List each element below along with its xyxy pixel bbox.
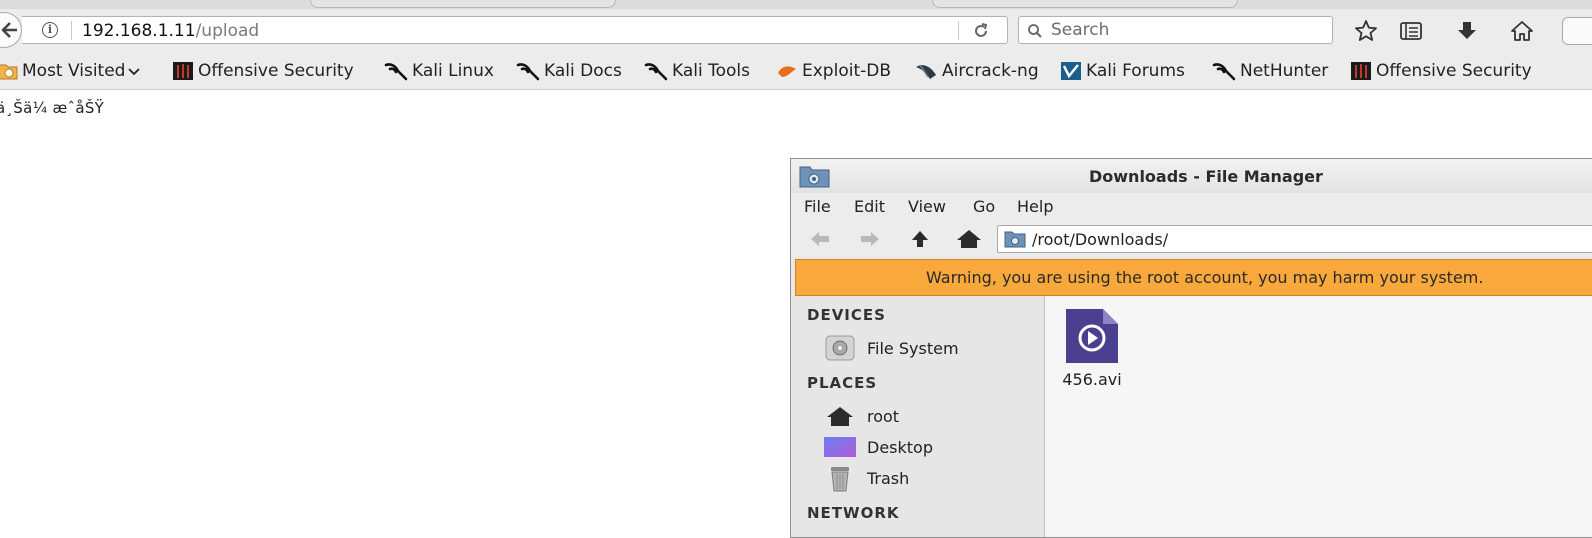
bookmark-label: Kali Tools xyxy=(672,61,750,81)
folder-download-icon xyxy=(799,166,830,188)
overflow-menu-button[interactable] xyxy=(1562,17,1592,45)
search-bar[interactable] xyxy=(1018,16,1333,44)
file-name: 456.avi xyxy=(1062,370,1122,389)
folder-download-icon xyxy=(1004,231,1026,248)
home-icon[interactable] xyxy=(1510,19,1534,43)
menu-go[interactable]: Go xyxy=(973,197,995,216)
tab-inactive[interactable] xyxy=(310,0,616,8)
sidebar-item-root[interactable]: root xyxy=(823,402,899,430)
home-icon[interactable] xyxy=(956,227,982,251)
tab-strip xyxy=(0,0,1592,9)
url-text[interactable]: 192.168.1.11/upload xyxy=(82,21,259,41)
menu-help[interactable]: Help xyxy=(1017,197,1053,216)
bookmark-exploit-db[interactable]: Exploit-DB xyxy=(776,60,891,82)
location-bar[interactable]: /root/Downloads/ xyxy=(997,225,1592,253)
section-places: PLACES xyxy=(807,374,878,392)
tab-inactive[interactable] xyxy=(932,0,1238,8)
bookmark-kali-linux[interactable]: Kali Linux xyxy=(384,60,494,82)
chevron-down-icon xyxy=(128,68,141,76)
home-icon xyxy=(827,407,853,426)
sidebar-item-file-system[interactable]: File System xyxy=(823,334,959,362)
kali-dragon-icon xyxy=(644,63,668,81)
sidebar-item-label: Trash xyxy=(867,468,910,488)
file-item[interactable]: 456.avi xyxy=(1057,308,1127,389)
info-icon[interactable]: i xyxy=(42,22,58,38)
reading-list-icon[interactable] xyxy=(1399,19,1423,43)
sidebar-item-desktop[interactable]: Desktop xyxy=(823,433,933,461)
warning-text: Warning, you are using the root account,… xyxy=(926,268,1484,287)
page-response-text: ä¸Šä¼ æˆåŠŸ xyxy=(0,99,105,117)
sidebar-item-label: File System xyxy=(867,338,959,358)
download-icon[interactable] xyxy=(1455,19,1479,43)
bookmark-offensive-security[interactable]: Offensive Security xyxy=(172,60,354,82)
window-titlebar[interactable]: Downloads - File Manager xyxy=(791,159,1592,193)
sidebar-item-label: root xyxy=(867,406,900,426)
back-arrow-icon[interactable] xyxy=(807,227,833,251)
bookmark-aircrack-ng[interactable]: Aircrack-ng xyxy=(914,60,1039,82)
trash-icon xyxy=(831,467,849,492)
search-icon xyxy=(1028,24,1042,38)
sidebar-item-trash[interactable]: Trash xyxy=(823,464,909,492)
bookmark-label: Most Visited xyxy=(22,61,126,81)
section-network: NETWORK xyxy=(807,504,900,522)
kali-dragon-icon xyxy=(516,63,540,81)
url-path: /upload xyxy=(195,21,260,41)
menu-view[interactable]: View xyxy=(908,197,946,216)
bookmark-label: Kali Linux xyxy=(412,61,494,81)
search-input[interactable] xyxy=(1051,19,1321,41)
menu-file[interactable]: File xyxy=(804,197,831,216)
sidebar-item-label: Desktop xyxy=(867,437,933,457)
menu-bar: File Edit View Go Help xyxy=(791,193,1592,221)
navigation-toolbar: i 192.168.1.11/upload xyxy=(0,9,1592,51)
folder-clock-icon xyxy=(0,64,18,80)
reload-icon[interactable] xyxy=(972,22,990,40)
drive-icon xyxy=(825,335,855,361)
back-icon xyxy=(1,22,17,38)
file-manager-window: Downloads - File Manager File Edit View … xyxy=(790,158,1592,538)
video-file-icon xyxy=(1066,309,1118,363)
bookmark-label: Kali Docs xyxy=(544,61,622,81)
up-arrow-icon[interactable] xyxy=(907,227,933,251)
bookmark-kali-docs[interactable]: Kali Docs xyxy=(516,60,622,82)
menu-edit[interactable]: Edit xyxy=(854,197,885,216)
section-devices: DEVICES xyxy=(807,306,886,324)
bookmark-label: Offensive Security xyxy=(1376,61,1532,81)
url-host: 192.168.1.11 xyxy=(82,21,196,41)
aircrack-icon xyxy=(916,64,936,79)
bookmark-star-icon[interactable] xyxy=(1354,19,1378,43)
root-warning-banner: Warning, you are using the root account,… xyxy=(795,259,1592,296)
offsec-icon xyxy=(1351,62,1371,80)
bookmark-kali-tools[interactable]: Kali Tools xyxy=(644,60,750,82)
reload-separator xyxy=(958,21,959,40)
bookmark-label: NetHunter xyxy=(1240,61,1329,81)
bookmark-label: Aircrack-ng xyxy=(942,61,1039,81)
url-separator xyxy=(71,21,72,40)
kali-dragon-icon xyxy=(384,63,408,81)
window-title: Downloads - File Manager xyxy=(1089,167,1323,186)
bookmark-nethunter[interactable]: NetHunter xyxy=(1212,60,1328,82)
url-bar[interactable]: i 192.168.1.11/upload xyxy=(22,16,1008,44)
bookmark-most-visited[interactable]: Most Visited xyxy=(0,60,141,82)
bookmark-label: Exploit-DB xyxy=(802,61,891,81)
forward-arrow-icon[interactable] xyxy=(857,227,883,251)
bookmark-offensive-security-2[interactable]: Offensive Security xyxy=(1350,60,1532,82)
desktop-icon xyxy=(824,437,856,457)
bookmarks-toolbar: Most Visited Offensive Security Kali Lin… xyxy=(0,51,1592,90)
bookmark-label: Offensive Security xyxy=(198,61,354,81)
bookmark-label: Kali Forums xyxy=(1086,61,1185,81)
forums-icon xyxy=(1061,62,1081,80)
file-view: 456.avi xyxy=(1045,296,1592,537)
side-pane: DEVICES File System PLACES root Desktop … xyxy=(791,296,1045,537)
back-button[interactable] xyxy=(0,12,22,48)
file-manager-toolbar: /root/Downloads/ xyxy=(791,221,1592,257)
location-path: /root/Downloads/ xyxy=(1032,230,1169,249)
exploitdb-icon xyxy=(778,66,796,77)
offsec-icon xyxy=(173,62,193,80)
kali-dragon-icon xyxy=(1212,63,1236,81)
bookmark-kali-forums[interactable]: Kali Forums xyxy=(1060,60,1185,82)
